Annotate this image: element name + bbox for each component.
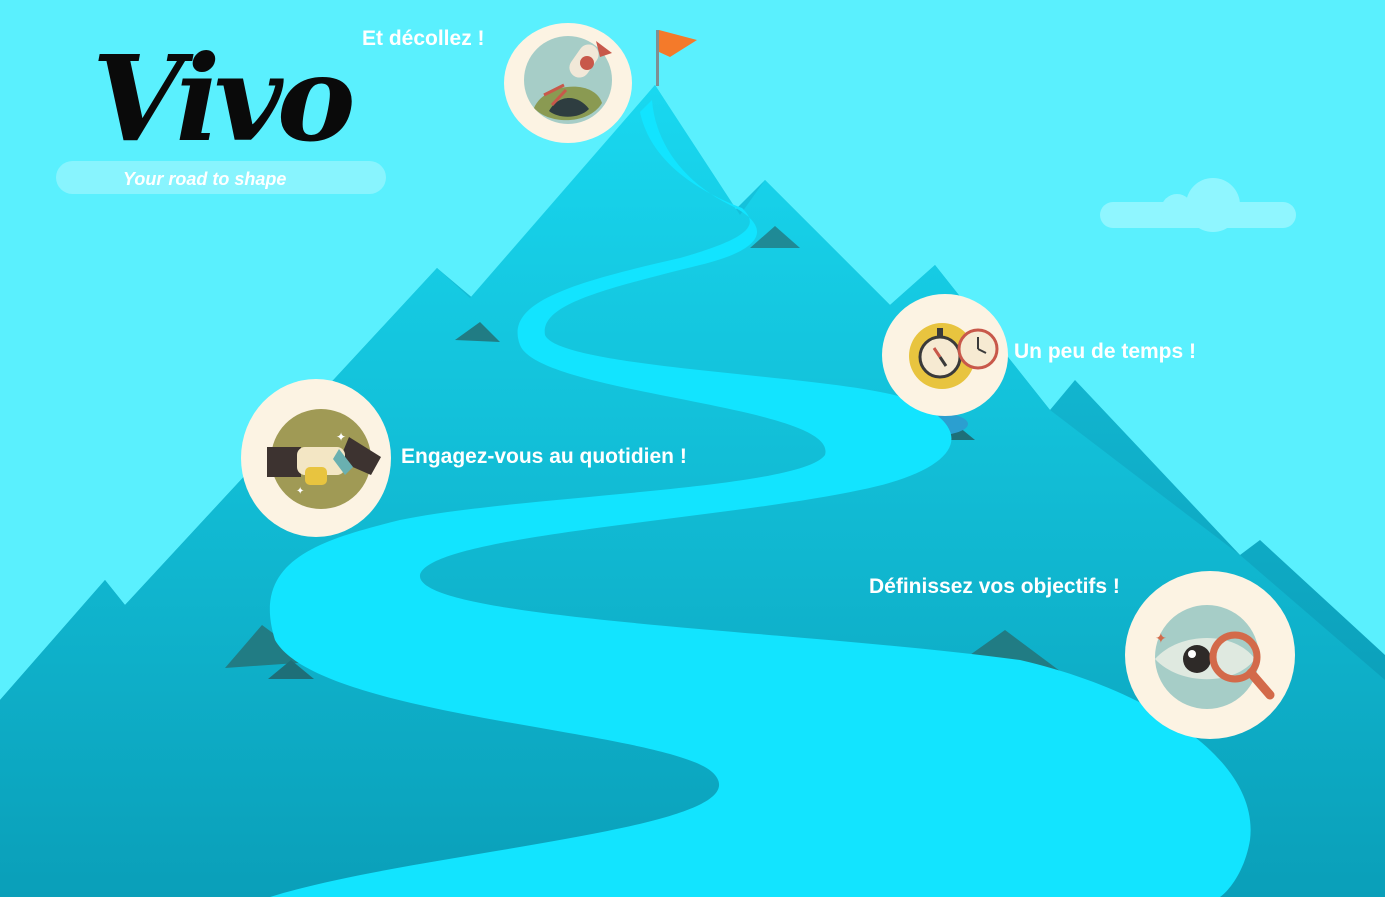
svg-text:✦: ✦ bbox=[336, 430, 346, 444]
svg-text:✦: ✦ bbox=[296, 486, 304, 497]
rocket-icon bbox=[524, 36, 612, 124]
summit-flag-icon bbox=[656, 30, 697, 86]
step-badge-time[interactable] bbox=[882, 294, 1008, 416]
step-badge-liftoff[interactable] bbox=[504, 23, 632, 143]
step-badge-goals[interactable]: ✦ bbox=[1125, 571, 1295, 739]
logo: Vivo bbox=[92, 29, 356, 168]
step-label-goals: Définissez vos objectifs ! bbox=[869, 575, 1120, 598]
step-label-liftoff: Et décollez ! bbox=[362, 27, 485, 50]
step-badge-commit[interactable]: ✦ ✦ bbox=[241, 379, 391, 537]
step-label-commit: Engagez-vous au quotidien ! bbox=[401, 445, 687, 468]
svg-text:✦: ✦ bbox=[1155, 631, 1167, 647]
cloud bbox=[1100, 178, 1296, 232]
step-label-time: Un peu de temps ! bbox=[1014, 340, 1197, 363]
tagline: Your road to shape bbox=[123, 169, 287, 189]
